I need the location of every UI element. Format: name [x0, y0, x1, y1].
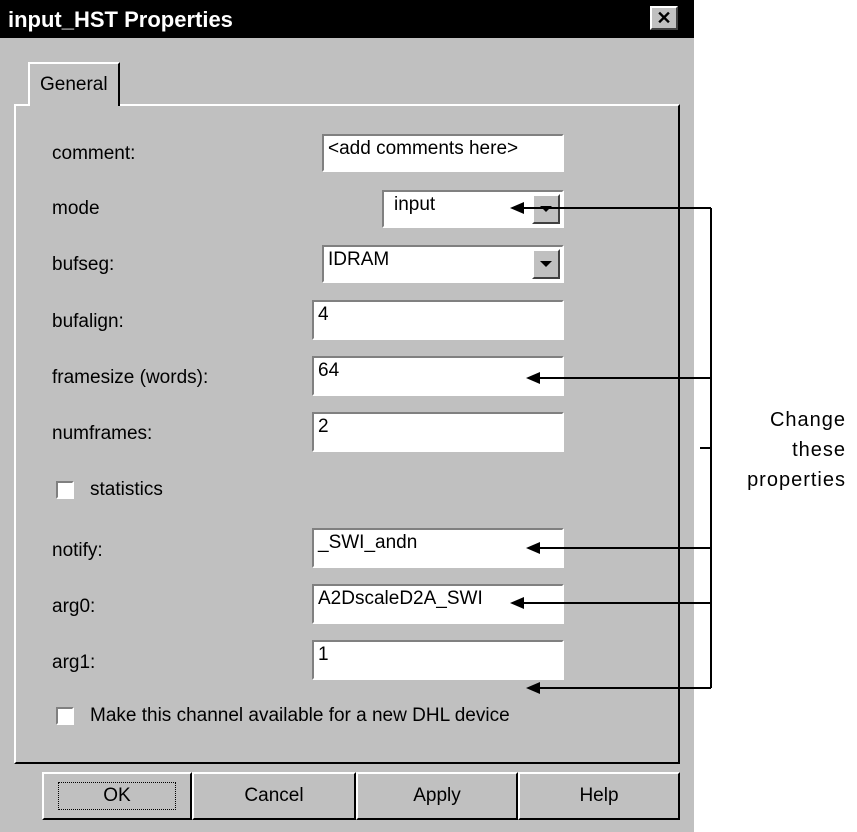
arrow-left-icon [526, 682, 540, 694]
annotation-text: Change these properties [700, 405, 846, 495]
arrow-left-icon [526, 542, 540, 554]
arrow-left-icon [526, 372, 540, 384]
annotation-line-3: properties [747, 469, 846, 491]
arrow-left-icon [510, 597, 524, 609]
annotation-line-1: Change [769, 409, 846, 431]
annotation-line-2: these [792, 439, 846, 461]
arrow-left-icon [510, 202, 524, 214]
